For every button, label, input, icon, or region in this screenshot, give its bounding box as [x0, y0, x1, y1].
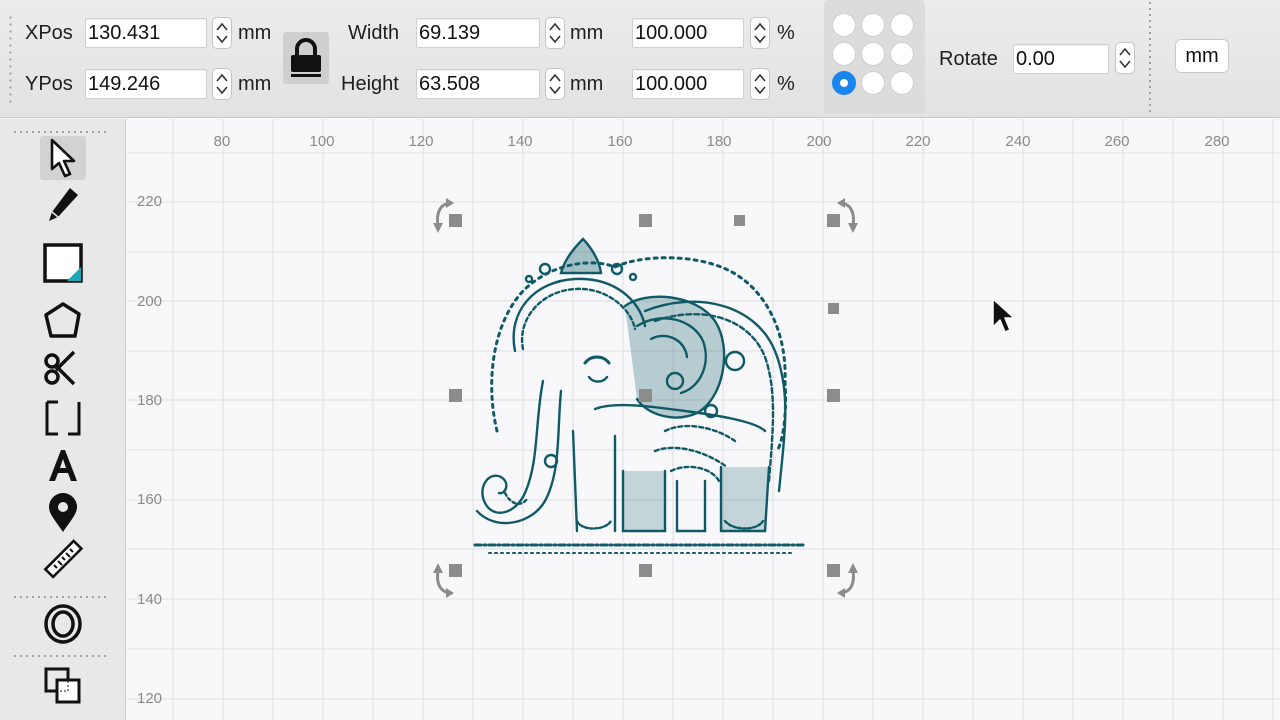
frame-tool[interactable] — [40, 396, 86, 440]
ruler-label: 220 — [905, 133, 931, 150]
units-toggle-button[interactable]: mm — [1175, 39, 1229, 73]
width-scale-stepper[interactable] — [750, 17, 770, 49]
position-tool[interactable] — [40, 491, 86, 535]
width-label: Width — [348, 22, 400, 44]
tools-separator — [12, 655, 110, 657]
width-unit: mm — [570, 22, 604, 44]
toolbar-separator — [1149, 0, 1151, 112]
ruler-label: 180 — [706, 133, 732, 150]
toolbar-grip[interactable] — [9, 14, 12, 106]
center-handle[interactable] — [639, 389, 652, 402]
ruler-label: 120 — [137, 690, 163, 707]
ruler-label: 200 — [137, 293, 163, 310]
rotate-handle-top-right-icon[interactable] — [827, 197, 861, 237]
cut-tool[interactable] — [40, 347, 86, 391]
ruler-label: 260 — [1104, 133, 1130, 150]
ruler-label: 140 — [137, 591, 163, 608]
ruler-label: 80 — [213, 133, 231, 150]
ruler-label: 160 — [607, 133, 633, 150]
width-scale-unit: % — [777, 22, 795, 44]
height-label: Height — [341, 73, 399, 95]
design-canvas[interactable]: 80 100 120 140 160 180 200 220 240 260 2… — [127, 119, 1280, 720]
scissors-icon — [44, 350, 76, 386]
ruler-label: 100 — [309, 133, 335, 150]
boolean-tool[interactable] — [40, 664, 86, 708]
resize-handle-top[interactable] — [639, 214, 652, 227]
width-stepper[interactable] — [545, 17, 565, 49]
ruler-label: 220 — [137, 193, 163, 210]
xpos-stepper[interactable] — [212, 17, 232, 49]
tools-separator — [12, 131, 110, 133]
anchor-middle-right[interactable] — [890, 42, 914, 66]
rotate-stepper[interactable] — [1115, 42, 1135, 74]
ruler-label: 160 — [137, 491, 163, 508]
rotate-label: Rotate — [939, 48, 998, 70]
offset-tool[interactable] — [40, 602, 86, 646]
polygon-icon — [44, 302, 81, 338]
height-input[interactable]: 63.508 — [416, 69, 540, 99]
rotate-input[interactable]: 0.00 — [1013, 44, 1109, 74]
app-window: XPos 130.431 mm YPos 149.246 mm Width 69… — [0, 0, 1280, 720]
xpos-input[interactable]: 130.431 — [85, 18, 207, 48]
rectangle-tool[interactable] — [40, 241, 86, 285]
ruler-label: 140 — [507, 133, 533, 150]
measure-tool[interactable] — [40, 538, 86, 582]
ruler-label: 200 — [806, 133, 832, 150]
ruler-label: 240 — [1005, 133, 1031, 150]
ypos-unit: mm — [238, 73, 272, 95]
rectangle-icon — [43, 243, 83, 283]
frame-icon — [45, 400, 81, 436]
ypos-label: YPos — [25, 73, 73, 95]
anchor-center[interactable] — [861, 42, 885, 66]
rotate-handle-bottom-right-icon[interactable] — [827, 559, 861, 599]
boolean-icon — [44, 667, 81, 704]
text-tool[interactable] — [40, 443, 86, 487]
resize-handle-top-extra[interactable] — [734, 215, 745, 226]
resize-handle-left[interactable] — [449, 389, 462, 402]
anchor-bottom-center[interactable] — [861, 71, 885, 95]
anchor-top-left[interactable] — [832, 13, 856, 37]
resize-handle-right[interactable] — [827, 389, 840, 402]
polygon-tool[interactable] — [40, 299, 86, 343]
tools-panel — [0, 119, 126, 720]
ypos-stepper[interactable] — [212, 68, 232, 100]
numeric-edit-toolbar: XPos 130.431 mm YPos 149.246 mm Width 69… — [0, 0, 1280, 118]
anchor-middle-left[interactable] — [832, 42, 856, 66]
lock-icon — [291, 38, 321, 77]
anchor-bottom-left[interactable] — [832, 71, 856, 95]
offset-icon — [44, 604, 82, 644]
width-scale-input[interactable]: 100.000 — [632, 18, 744, 48]
pen-tool[interactable] — [40, 184, 86, 228]
text-icon — [49, 450, 77, 481]
ruler-label: 280 — [1204, 133, 1230, 150]
ruler-label: 180 — [137, 392, 163, 409]
mouse-pointer-icon — [992, 298, 1015, 333]
ruler-label: 120 — [408, 133, 434, 150]
resize-handle-bottom[interactable] — [639, 564, 652, 577]
tools-separator — [12, 596, 110, 598]
rotate-handle-top-left-icon[interactable] — [430, 197, 464, 237]
xpos-label: XPos — [25, 22, 73, 44]
xpos-unit: mm — [238, 22, 272, 44]
lock-aspect-button[interactable] — [283, 32, 329, 84]
rotate-handle-bottom-left-icon[interactable] — [430, 559, 464, 599]
select-tool[interactable] — [40, 136, 86, 180]
select-arrow-icon — [50, 138, 76, 178]
resize-handle-right-upper[interactable] — [828, 303, 839, 314]
pencil-icon — [49, 188, 78, 221]
height-unit: mm — [570, 73, 604, 95]
ypos-input[interactable]: 149.246 — [85, 69, 207, 99]
height-scale-stepper[interactable] — [750, 68, 770, 100]
height-stepper[interactable] — [545, 68, 565, 100]
location-pin-icon — [49, 493, 77, 532]
height-scale-input[interactable]: 100.000 — [632, 69, 744, 99]
anchor-top-center[interactable] — [861, 13, 885, 37]
ruler-icon — [43, 539, 84, 579]
width-input[interactable]: 69.139 — [416, 18, 540, 48]
height-scale-unit: % — [777, 73, 795, 95]
anchor-top-right[interactable] — [890, 13, 914, 37]
anchor-point-selector — [824, 0, 925, 114]
anchor-bottom-right[interactable] — [890, 71, 914, 95]
